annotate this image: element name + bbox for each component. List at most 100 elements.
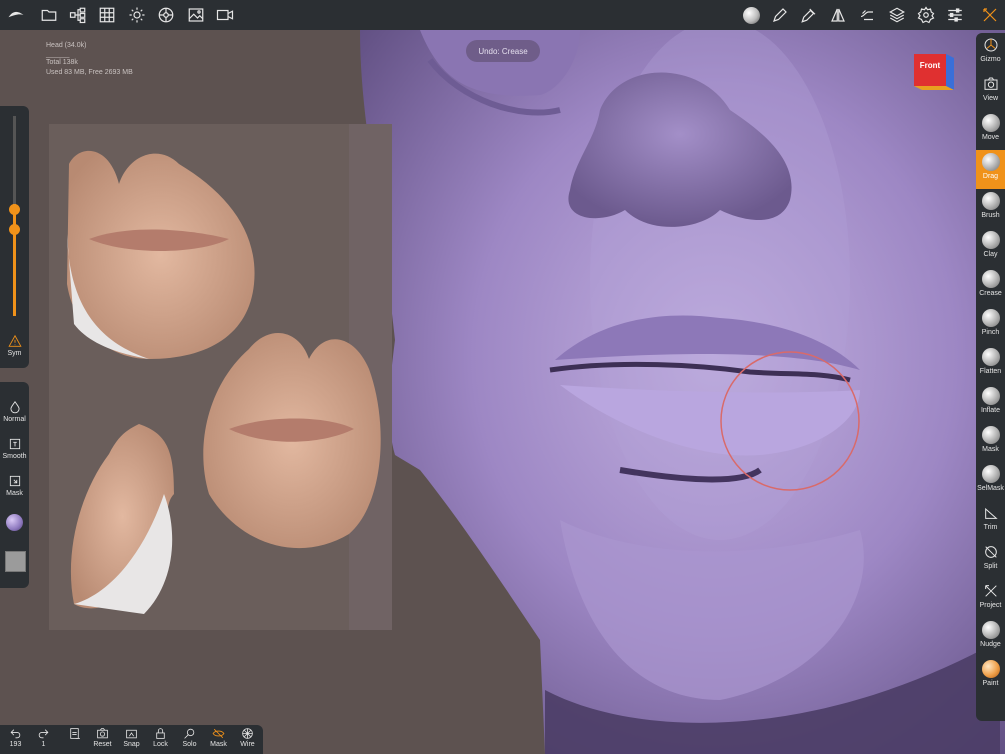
wire-icon [242, 728, 253, 739]
undo-icon [10, 729, 21, 739]
reference-photo [67, 124, 392, 630]
tool-crease[interactable]: Crease [976, 267, 1005, 306]
image-icon[interactable] [185, 4, 207, 26]
lock-button[interactable]: Lock [147, 727, 174, 748]
solo-label: Solo [182, 741, 197, 748]
tool-clay[interactable]: Clay [976, 228, 1005, 267]
tool-project[interactable]: Project [976, 579, 1005, 618]
picker-icon[interactable] [798, 4, 820, 26]
tool-view[interactable]: View [976, 72, 1005, 111]
snap-button[interactable]: Snap [118, 727, 145, 748]
tool-paint[interactable]: Paint [976, 657, 1005, 696]
brush-ball-icon [981, 153, 1000, 171]
smooth-label: Smooth [2, 453, 27, 460]
smooth-icon [9, 438, 20, 450]
brush-ball-icon [981, 348, 1000, 366]
reference-image-panel[interactable] [49, 124, 392, 630]
mask-icon [9, 475, 20, 487]
brush-ball-icon [981, 621, 1000, 639]
history-menu-icon [70, 728, 80, 739]
tool-pinch[interactable]: Pinch [976, 306, 1005, 345]
redo-button[interactable]: 1 [30, 727, 57, 748]
normal-button[interactable]: Normal [0, 400, 29, 423]
folder-icon[interactable] [38, 4, 60, 26]
tool-label: Project [979, 602, 1002, 609]
reset-label: Reset [93, 741, 112, 748]
scene-tree-icon[interactable] [67, 4, 89, 26]
sculpt-viewport[interactable]: Head (34.0k) ______ Total 138k Used 83 M… [0, 0, 1005, 754]
camera-icon [984, 77, 997, 90]
layers-icon[interactable] [886, 4, 908, 26]
wire-button[interactable]: Wire [234, 727, 261, 748]
tool-label: Flatten [979, 368, 1002, 375]
tool-label: Brush [981, 212, 1000, 219]
wire-label: Wire [240, 741, 255, 748]
lock-label: Lock [153, 741, 168, 748]
tool-trim[interactable]: Trim [976, 501, 1005, 540]
tool-gizmo[interactable]: Gizmo [976, 33, 1005, 72]
paint-ball-icon [981, 660, 1000, 678]
brush-ball-icon [981, 309, 1000, 327]
total-stat: Total 138k [46, 58, 78, 66]
tool-label: Gizmo [980, 56, 1001, 63]
reset-button[interactable]: Reset [89, 727, 116, 748]
mask-eye-icon [212, 728, 225, 739]
tool-flatten[interactable]: Flatten [976, 345, 1005, 384]
mesh-stat: Head (34.0k) [46, 42, 87, 49]
intensity-slider-thumb[interactable] [9, 224, 20, 235]
settings-icon[interactable] [915, 4, 937, 26]
matcap-icon[interactable] [740, 4, 762, 26]
tool-brush[interactable]: Brush [976, 189, 1005, 228]
smooth-button[interactable]: Smooth [0, 437, 29, 460]
material-swatch[interactable] [6, 514, 23, 531]
pencil-icon[interactable] [769, 4, 791, 26]
grid-icon[interactable] [96, 4, 118, 26]
tool-drag[interactable]: Drag [976, 150, 1005, 189]
solo-button[interactable]: Solo [176, 727, 203, 748]
tool-split[interactable]: Split [976, 540, 1005, 579]
radius-slider-thumb[interactable] [9, 204, 20, 215]
view-cube[interactable]: Front [914, 50, 954, 90]
video-icon[interactable] [214, 4, 236, 26]
radius-slider-fill [13, 204, 16, 316]
sym-toggle[interactable]: Sym [0, 334, 29, 357]
mask-visibility-label: Mask [210, 741, 227, 748]
brush-ball-icon [981, 426, 1000, 444]
trim-icon [984, 507, 998, 519]
tool-label: Mask [982, 446, 999, 453]
warning-icon [7, 334, 22, 347]
mask-button[interactable]: Mask [0, 474, 29, 497]
undo-button[interactable]: 193 [2, 727, 29, 748]
brush-ball-icon [981, 465, 1000, 483]
radius-slider[interactable] [9, 116, 20, 316]
brush-ball-icon [981, 114, 1000, 132]
sliders-icon[interactable] [944, 4, 966, 26]
right-tool-panel: Gizmo View Move Drag Brush Clay Crease Pinch Fla… [976, 33, 1005, 721]
solo-search-icon [184, 728, 195, 739]
tool-mask[interactable]: Mask [976, 423, 1005, 462]
tool-nudge[interactable]: Nudge [976, 618, 1005, 657]
sym-label: Sym [7, 350, 22, 357]
logo-icon[interactable] [5, 4, 27, 26]
redo-icon [38, 729, 49, 739]
material-icon[interactable] [155, 4, 177, 26]
normal-label: Normal [3, 416, 26, 423]
light-icon[interactable] [126, 4, 148, 26]
history-menu-button[interactable] [61, 727, 88, 741]
mask-visibility-button[interactable]: Mask [205, 727, 232, 748]
tool-label: Move [981, 134, 1000, 141]
brush-ball-icon [981, 192, 1000, 210]
symmetry-icon[interactable] [827, 4, 849, 26]
memory-stat: Used 83 MB, Free 2693 MB [46, 69, 133, 76]
view-cube-label: Front [919, 61, 941, 70]
tool-label: Split [983, 563, 998, 570]
hand-icon[interactable] [856, 4, 878, 26]
tool-selmask[interactable]: SelMask [976, 462, 1005, 501]
tool-label: Trim [983, 524, 998, 531]
tools-icon[interactable] [979, 4, 1001, 26]
color-swatch[interactable] [5, 551, 26, 572]
tool-inflate[interactable]: Inflate [976, 384, 1005, 423]
top-toolbar [0, 0, 1005, 30]
left-slider-panel: Sym [0, 106, 29, 368]
tool-move[interactable]: Move [976, 111, 1005, 150]
